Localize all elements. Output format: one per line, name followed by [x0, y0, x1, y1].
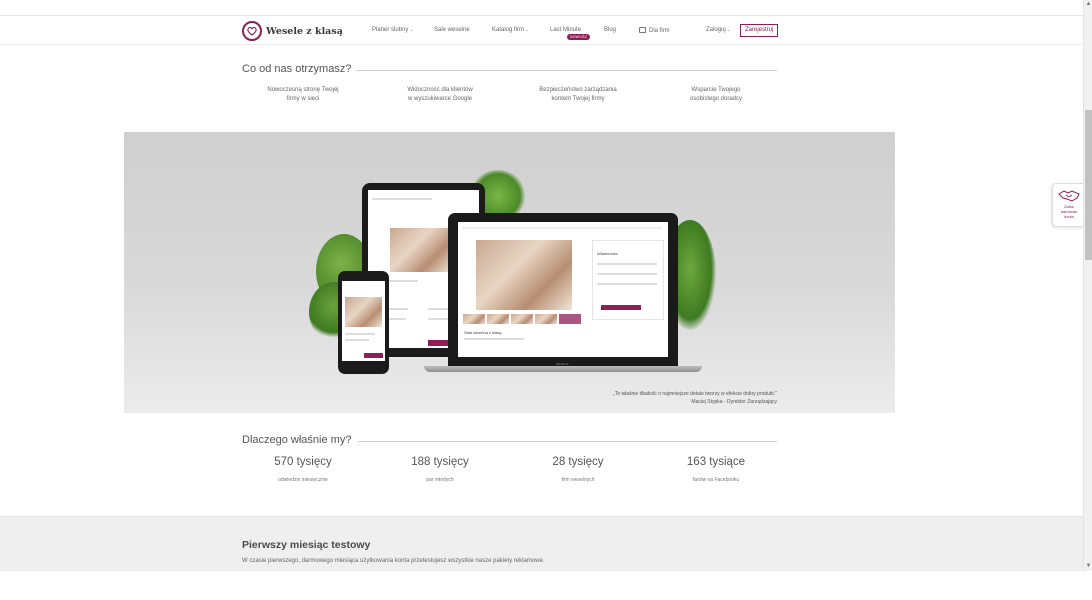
nav-katalog[interactable]: Katalog firm⌄ — [492, 27, 529, 33]
stat-value: 28 tysięcy — [552, 456, 604, 468]
mock-photo — [390, 228, 452, 272]
create-free-account-widget[interactable]: Załóż darmowe konto — [1052, 183, 1086, 227]
page-scrollbar[interactable]: ▲ ▼ — [1083, 0, 1092, 571]
mock-contact-box: Wiadomość — [592, 240, 664, 320]
mock-photo — [476, 240, 572, 310]
chevron-down-icon: ⌄ — [726, 27, 731, 33]
site-header: Wesele z klasą Planer ślubny⌄ Sale wesel… — [0, 17, 1083, 45]
mock-thumb — [463, 314, 485, 324]
trial-title: Pierwszy miesiąc testowy — [242, 539, 371, 551]
benefit-line: firmy w sieci — [286, 96, 320, 102]
mock-thumb — [487, 314, 509, 324]
nav-last-minute-label: Last Minute — [550, 27, 582, 33]
mock-nav — [462, 227, 662, 229]
scroll-down-arrow-icon[interactable]: ▼ — [1084, 562, 1092, 571]
logo-heart-icon — [242, 21, 262, 41]
phone-screen — [342, 281, 385, 361]
benefit-line: osobistego doradcy — [689, 96, 743, 102]
logo-text: Wesele z klasą — [266, 25, 343, 37]
quote-text: „To właśnie dbałość o najmniejsze detale… — [613, 391, 777, 397]
mock-button — [364, 353, 383, 358]
mock-line — [597, 283, 657, 285]
widget-text-line: konto — [1064, 214, 1074, 219]
phone-mockup — [338, 271, 389, 374]
mock-line — [597, 273, 657, 275]
nav-last-minute[interactable]: Last Minute — [550, 27, 581, 33]
laptop-base — [424, 366, 702, 372]
stat-value: 188 tysięcy — [411, 456, 469, 468]
nav-dla-firm-label: Dla firm — [649, 28, 670, 34]
banner-quote: „To właśnie dbałość o najmniejsze detale… — [613, 390, 777, 406]
laptop-screen: Sala weselna z klasą Wiadomość — [458, 222, 668, 357]
mock-line — [345, 339, 369, 341]
scroll-up-arrow-icon[interactable]: ▲ — [1084, 0, 1092, 9]
benefit-line: Wsparcie Twojego — [691, 87, 741, 93]
login-link[interactable]: Zaloguj⌄ — [706, 27, 731, 33]
mock-button — [601, 305, 641, 310]
briefcase-icon — [639, 27, 646, 33]
mock-thumb — [535, 314, 557, 324]
benefit-item: Widoczność dla klientów w wyszukiwarce G… — [385, 86, 495, 104]
nav-sale-label: Sale weselne — [434, 27, 470, 33]
register-button[interactable]: Zarejestruj — [740, 24, 779, 37]
mock-line — [345, 333, 375, 335]
quote-author: Maciej Stypka - Dyrektor Zarządzający — [691, 399, 777, 405]
benefit-line: w wyszukiwarce Google — [407, 96, 473, 102]
mock-thumb-more — [559, 314, 581, 324]
laptop-brand: MacBook — [556, 362, 569, 366]
nav-dla-firm[interactable]: Dla firm — [639, 27, 670, 34]
benefit-item: Wsparcie Twojego osobistego doradcy — [661, 86, 771, 104]
stat-label: par młodych — [426, 477, 454, 483]
nav-blog[interactable]: Blog — [604, 27, 616, 33]
login-label: Zaloguj — [706, 27, 726, 33]
trial-section: Pierwszy miesiąc testowy W czasie pierws… — [0, 516, 1083, 571]
mock-photo — [345, 297, 382, 327]
benefit-line: Nowoczesną stronę Twojej — [267, 87, 339, 93]
devices-banner: Sala weselna z klasą Wiadomość MacBook „… — [124, 132, 895, 413]
divider — [356, 70, 777, 71]
benefit-line: kontem Twojej firmy — [551, 96, 605, 102]
why-us-title: Dlaczego właśnie my? — [242, 434, 352, 446]
mock-line — [372, 198, 432, 200]
logo[interactable]: Wesele z klasą — [242, 20, 343, 42]
benefit-line: Widoczność dla klientów — [407, 87, 473, 93]
stat-label: fanów na Facebooku — [692, 477, 740, 483]
nav-planer-label: Planer ślubny — [372, 27, 409, 33]
stat-value: 570 tysięcy — [274, 456, 332, 468]
chevron-down-icon: ⌄ — [409, 27, 414, 33]
blank-area — [0, 571, 1092, 600]
stat-label: odwiedzin miesięcznie — [278, 477, 328, 483]
benefit-item: Bezpieczeństwo zarządzania kontem Twojej… — [523, 86, 633, 104]
benefit-line: Bezpieczeństwo zarządzania — [539, 87, 617, 93]
laptop-mockup: Sala weselna z klasą Wiadomość — [448, 213, 678, 366]
nav-planer[interactable]: Planer ślubny⌄ — [372, 27, 414, 33]
nav-sale[interactable]: Sale weselne — [434, 27, 470, 33]
handshake-icon — [1058, 190, 1080, 202]
nav-blog-label: Blog — [604, 27, 617, 33]
what-you-get-title: Co od nas otrzymasz? — [242, 63, 352, 75]
trial-text: W czasie pierwszego, darmowego miesiąca … — [242, 558, 545, 564]
scroll-thumb[interactable] — [1085, 110, 1092, 260]
nav-katalog-label: Katalog firm — [492, 27, 525, 33]
mock-title: Sala weselna z klasą — [464, 330, 502, 335]
stat-value: 163 tysiące — [686, 456, 746, 468]
mock-heading: Wiadomość — [597, 251, 618, 256]
new-badge: NOWOŚĆ — [567, 34, 591, 40]
divider — [358, 441, 777, 442]
mock-thumb — [511, 314, 533, 324]
benefit-item: Nowoczesną stronę Twojej firmy w sieci — [248, 86, 358, 104]
chevron-down-icon: ⌄ — [525, 27, 530, 33]
page-viewport: Wesele z klasą Planer ślubny⌄ Sale wesel… — [0, 0, 1083, 571]
mock-line — [464, 338, 524, 340]
stat-label: firm weselnych — [561, 477, 595, 483]
top-strip — [0, 0, 1083, 16]
mock-line — [597, 263, 657, 265]
